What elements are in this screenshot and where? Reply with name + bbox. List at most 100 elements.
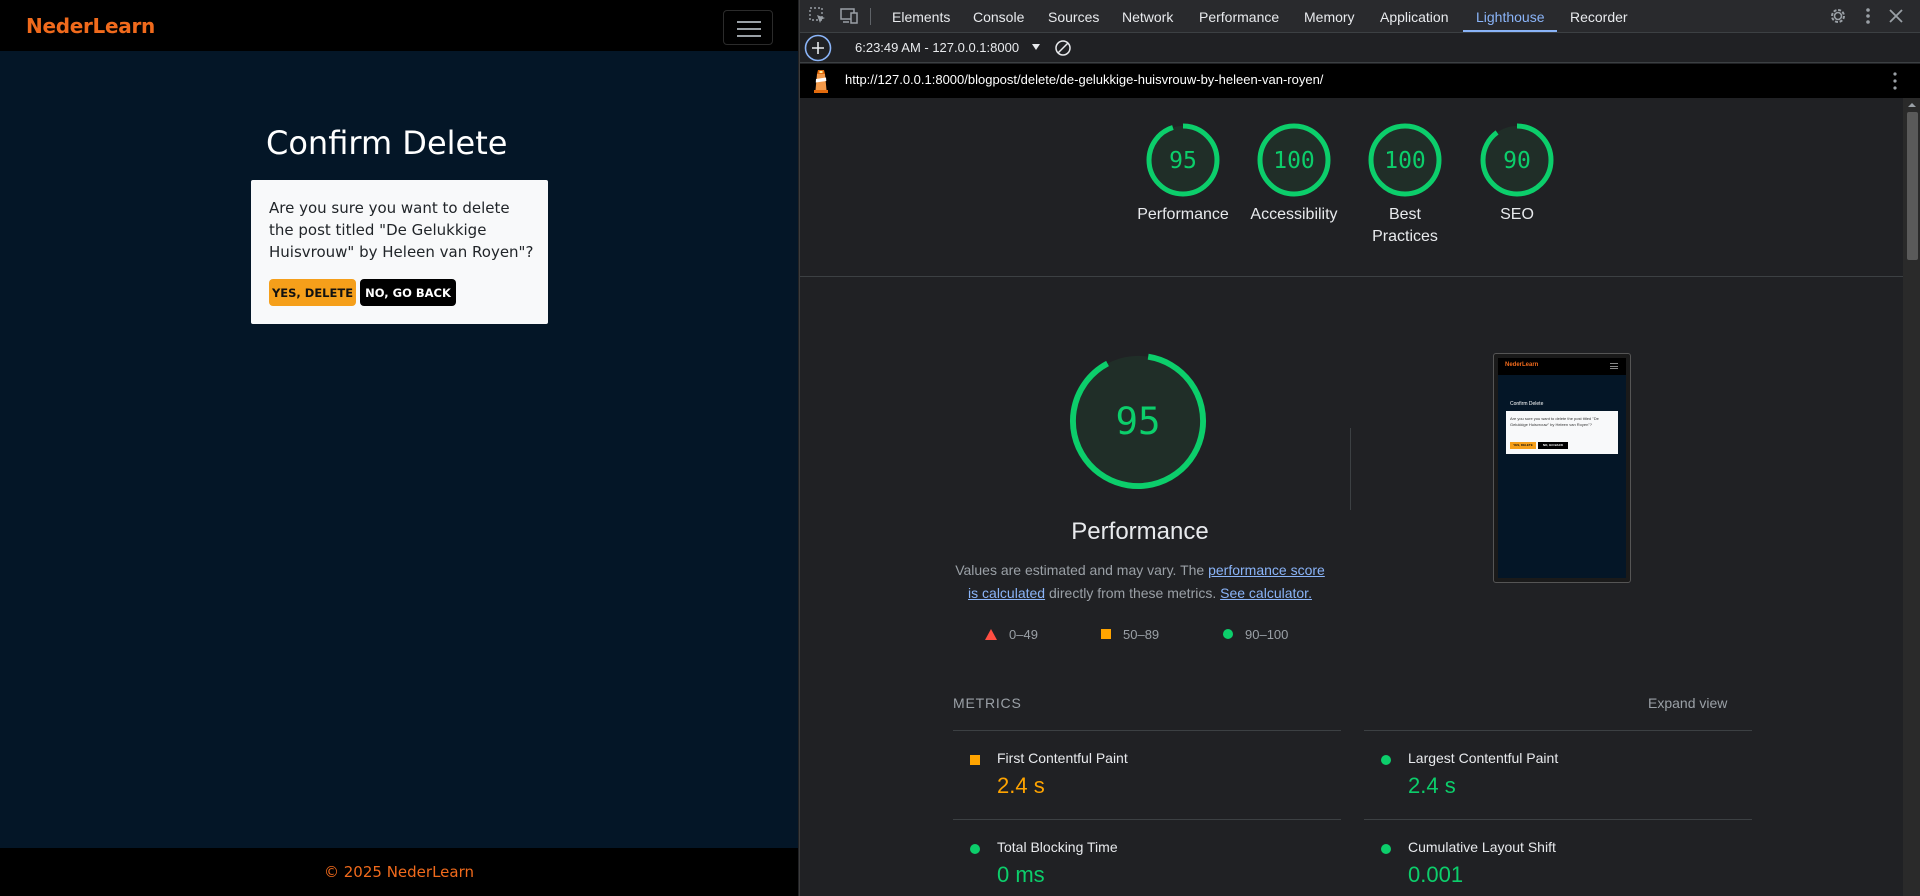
yes-delete-button[interactable]: YES, DELETE (269, 279, 356, 306)
thumbnail-yes-button: YES, DELETE (1510, 442, 1536, 449)
site-footer: © 2025 NederLearn (0, 848, 798, 896)
gauge-ring: 95 (1146, 123, 1220, 197)
gauge-label: Performance (1137, 206, 1229, 223)
pass-circle-icon (970, 844, 980, 854)
pass-circle-icon (1381, 755, 1391, 765)
page-title: Confirm Delete (266, 124, 508, 162)
gauge-score: 100 (1273, 148, 1315, 174)
final-screenshot-thumbnail[interactable]: NederLearn Confirm Delete Are you sure y… (1493, 353, 1631, 583)
devtools-tabbar: Elements Console Sources Network Perform… (800, 0, 1920, 33)
metric-label: First Contentful Paint (997, 750, 1128, 766)
lighthouse-toolbar: 6:23:49 AM - 127.0.0.1:8000 (800, 33, 1920, 63)
tab-console[interactable]: Console (973, 9, 1024, 25)
report-url: http://127.0.0.1:8000/blogpost/delete/de… (845, 72, 1324, 87)
average-square-icon (970, 755, 980, 765)
gauge-seo[interactable]: 90 SEO (1462, 121, 1572, 226)
metric-label: Total Blocking Time (997, 839, 1118, 855)
confirm-card: Are you sure you want to delete the post… (251, 180, 548, 324)
device-toolbar-icon[interactable] (839, 6, 859, 26)
gauge-label: SEO (1500, 206, 1534, 223)
devtools-panel: Elements Console Sources Network Perform… (799, 0, 1920, 896)
thumbnail-text: Are you sure you want to delete the post… (1510, 416, 1599, 427)
performance-heading: Performance (1071, 518, 1209, 545)
gauge-label: Accessibility (1250, 206, 1338, 223)
performance-description: Values are estimated and may vary. The p… (950, 559, 1330, 605)
gauge-score: 100 (1384, 148, 1426, 174)
metric-value: 2.4 s (1408, 773, 1456, 798)
site-brand-link[interactable]: NederLearn (26, 14, 155, 38)
performance-score-large: 95 (1115, 399, 1160, 443)
footer-copyright: © 2025 NederLearn (324, 863, 474, 881)
report-url-bar: http://127.0.0.1:8000/blogpost/delete/de… (800, 64, 1920, 98)
new-report-plus-icon[interactable] (804, 34, 832, 62)
legend-label: 0–49 (1009, 626, 1038, 642)
expand-view-toggle[interactable]: Expand view (1648, 695, 1727, 711)
gauge-performance[interactable]: 95 Performance (1128, 121, 1238, 226)
metric-value: 0 ms (997, 862, 1045, 887)
performance-gauge-large: 95 (1069, 352, 1207, 490)
gauge-best-practices[interactable]: 100 Best Practices (1350, 121, 1460, 248)
scroll-up-arrow-icon[interactable] (1903, 100, 1920, 110)
tab-network[interactable]: Network (1122, 9, 1173, 25)
thumbnail-navbar: NederLearn (1498, 358, 1626, 375)
tab-recorder[interactable]: Recorder (1570, 9, 1628, 25)
legend-average: 50–89 (1101, 626, 1159, 642)
thumbnail-page: NederLearn Confirm Delete Are you sure y… (1498, 358, 1626, 578)
close-devtools-icon[interactable] (1886, 6, 1906, 26)
legend-label: 90–100 (1245, 626, 1289, 642)
scrollbar-thumb[interactable] (1907, 112, 1918, 260)
thumbnail-no-button: NO, GO BACK (1538, 442, 1568, 449)
triangle-icon (985, 628, 997, 640)
gauge-ring: 90 (1480, 123, 1554, 197)
dropdown-arrow-icon[interactable] (1031, 43, 1041, 51)
settings-gear-icon[interactable] (1828, 6, 1848, 26)
hamburger-icon (737, 35, 761, 37)
inspect-element-icon[interactable] (808, 6, 828, 26)
pass-circle-icon (1381, 844, 1391, 854)
legend-fail: 0–49 (985, 626, 1038, 642)
navbar-toggler-button[interactable] (723, 10, 773, 45)
metrics-heading: METRICS (953, 695, 1022, 711)
hamburger-icon (737, 21, 761, 23)
gauge-ring: 100 (1257, 123, 1331, 197)
active-tab-indicator (1463, 30, 1557, 32)
see-calculator-link[interactable]: See calculator. (1220, 585, 1312, 601)
lighthouse-logo-icon (814, 70, 828, 93)
gauge-ring: 100 (1368, 123, 1442, 197)
metric-label: Cumulative Layout Shift (1408, 839, 1556, 855)
tab-elements[interactable]: Elements (892, 9, 950, 25)
thumbnail-brand: NederLearn (1505, 362, 1539, 368)
metric-cumulative-layout-shift: Cumulative Layout Shift 0.001 (1364, 819, 1752, 896)
circle-icon (1223, 629, 1233, 639)
report-selector[interactable]: 6:23:49 AM - 127.0.0.1:8000 (855, 40, 1019, 55)
tab-lighthouse[interactable]: Lighthouse (1476, 9, 1545, 25)
legend-label: 50–89 (1123, 626, 1160, 642)
site-navbar: NederLearn (0, 0, 798, 51)
metric-value: 2.4 s (997, 773, 1045, 798)
metric-value: 0.001 (1408, 862, 1464, 887)
metric-total-blocking-time: Total Blocking Time 0 ms (953, 819, 1341, 896)
square-icon (1101, 629, 1111, 639)
go-back-button[interactable]: NO, GO BACK (360, 279, 456, 306)
desc-text: Values are estimated and may vary. The (955, 562, 1209, 578)
lighthouse-report: 95 Performance 100 Accessibility 100 Bes… (800, 98, 1903, 896)
header-divider (800, 276, 1903, 277)
report-menu-icon[interactable] (1893, 71, 1897, 91)
tab-memory[interactable]: Memory (1304, 9, 1355, 25)
gauge-accessibility[interactable]: 100 Accessibility (1239, 121, 1349, 226)
metric-label: Largest Contentful Paint (1408, 750, 1559, 766)
confirm-message: Are you sure you want to delete the post… (269, 199, 534, 261)
desc-text: directly from these metrics. (1045, 585, 1221, 601)
gauge-score: 95 (1169, 148, 1197, 174)
thumbnail-card: Are you sure you want to delete the post… (1506, 411, 1618, 454)
tab-sources[interactable]: Sources (1048, 9, 1099, 25)
thumbnail-hamburger-icon (1610, 363, 1618, 369)
thumbnail-title: Confirm Delete (1510, 401, 1544, 407)
report-scrollbar[interactable] (1903, 98, 1920, 896)
hamburger-icon (737, 28, 761, 30)
tab-application[interactable]: Application (1380, 9, 1449, 25)
clear-all-icon[interactable] (1054, 39, 1072, 57)
website-viewport: NederLearn Confirm Delete Are you sure y… (0, 0, 798, 896)
tab-performance[interactable]: Performance (1199, 9, 1279, 25)
more-options-icon[interactable] (1858, 6, 1878, 26)
